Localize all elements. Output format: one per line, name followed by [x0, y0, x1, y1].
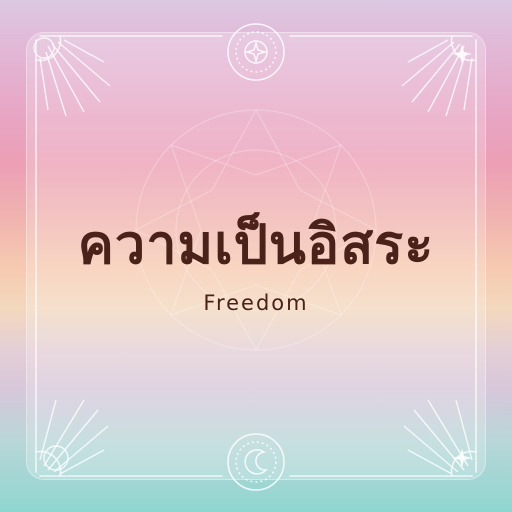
sun-rays-top-left — [33, 37, 111, 117]
subtitle-english: Freedom — [203, 291, 309, 315]
sun-rays-bottom-left — [39, 399, 109, 475]
title-thai: ความเป็นอิสระ — [77, 213, 435, 276]
sun-medallion-icon — [227, 23, 285, 81]
corner-bottom-left — [35, 450, 62, 477]
moon-medallion-icon — [227, 433, 285, 491]
